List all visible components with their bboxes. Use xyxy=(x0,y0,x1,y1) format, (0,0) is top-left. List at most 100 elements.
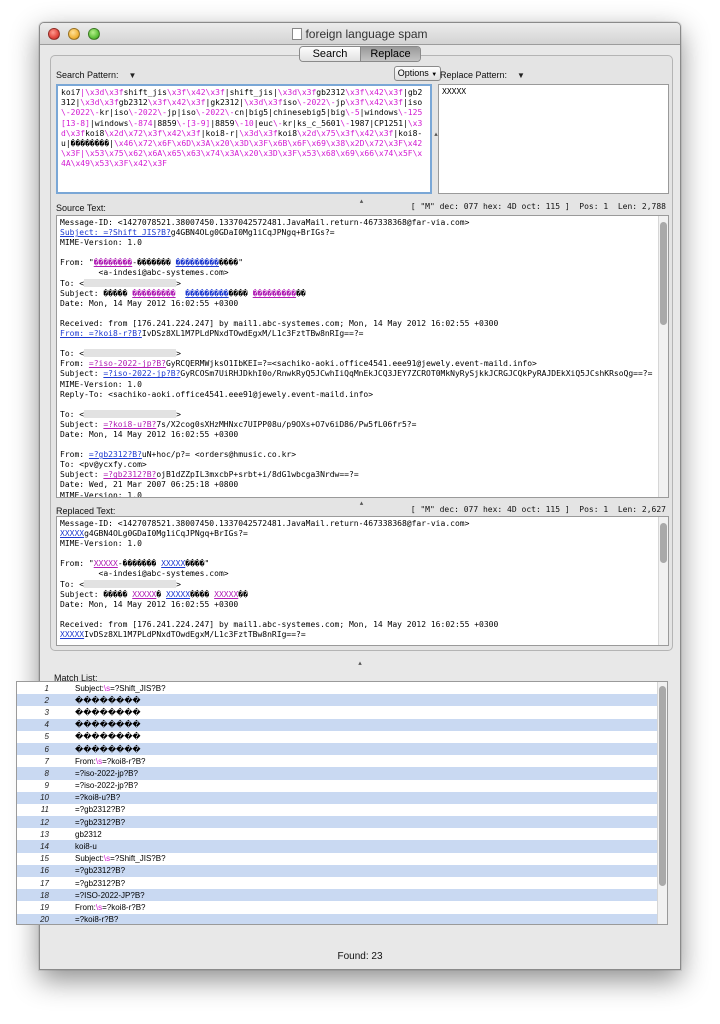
match-highlight[interactable]: ��������� xyxy=(176,258,219,267)
match-row[interactable]: 9 =?iso-2022-jp?B? xyxy=(17,780,667,792)
replace-pattern-text[interactable]: XXXXX xyxy=(439,85,668,99)
match-index: 8 xyxy=(44,768,49,778)
match-row[interactable]: 16 =?gb2312?B? xyxy=(17,864,667,877)
text-line: Message-ID: <1427078521.38007450.1337042… xyxy=(60,519,665,529)
pattern-escape-segment: \-2022\- xyxy=(61,108,100,118)
match-highlight[interactable]: =?iso-2022-jp?B? xyxy=(103,369,180,378)
redacted-address xyxy=(84,349,177,358)
match-highlight[interactable]: XXXXX xyxy=(132,590,156,599)
match-highlight[interactable]: From: =?koi8-r?B? xyxy=(60,329,142,338)
text-segment: �� xyxy=(238,589,248,599)
match-highlight[interactable]: XXXXX xyxy=(60,630,84,639)
pattern-escape-segment: \- xyxy=(340,118,351,128)
match-row[interactable]: 17 =?gb2312?B? xyxy=(17,877,667,889)
match-row[interactable]: 14 koi8-u xyxy=(17,840,667,853)
tab-replace[interactable]: Replace xyxy=(360,47,420,61)
match-highlight[interactable]: ��������� xyxy=(132,289,175,298)
match-row[interactable]: 15 Subject:\s=?Shift_JIS?B? xyxy=(17,853,667,865)
matchlist-splitter-handle[interactable]: ▴ xyxy=(40,659,680,667)
text-line: Date: Wed, 21 Mar 2007 06:25:18 +0800 xyxy=(60,480,665,490)
match-literal-segment: �������� xyxy=(75,695,141,705)
text-line: Subject: ����� XXXXX� XXXXX���� XXXXX�� xyxy=(60,590,665,600)
match-highlight[interactable]: XXXXX xyxy=(94,559,118,568)
match-text: =?gb2312?B? xyxy=(75,879,125,888)
replace-pattern-menu-icon[interactable]: ▼ xyxy=(517,71,525,80)
text-segment: ���� xyxy=(190,589,215,599)
search-pattern-menu-icon[interactable]: ▼ xyxy=(129,71,137,80)
text-segment: MIME-Version: 1.0 xyxy=(60,379,142,389)
options-button[interactable]: Options ▼ xyxy=(394,66,441,81)
match-row[interactable]: 5 �������� xyxy=(17,731,667,743)
match-row[interactable]: 13 gb2312 xyxy=(17,828,667,840)
match-row[interactable]: 3 �������� xyxy=(17,706,667,718)
match-list[interactable]: 1 Subject:\s=?Shift_JIS?B? 2 �������� 3 �����… xyxy=(16,681,668,925)
replaced-scrollbar[interactable] xyxy=(658,517,668,645)
match-row[interactable]: 2 �������� xyxy=(17,694,667,707)
match-literal-segment: =?koi8-r?B? xyxy=(102,902,146,912)
text-segment: From: " xyxy=(60,258,94,268)
match-highlight[interactable]: ��������� xyxy=(185,289,228,298)
text-line: XXXXXIvDSz8XL1M7PLdPNxdTOwdEgxM/L1c3FztT… xyxy=(60,630,665,640)
match-row[interactable]: 4 �������� xyxy=(17,718,667,731)
match-list-scroll-thumb[interactable] xyxy=(659,686,666,886)
pattern-literal-segment: cn|big5|chinesebig5|big xyxy=(234,108,346,118)
pattern-literal-segment: shift_jis xyxy=(123,88,167,97)
match-row[interactable]: 11 =?gb2312?B? xyxy=(17,804,667,816)
match-highlight[interactable]: =?gb2312?B? xyxy=(103,470,156,479)
match-highlight[interactable]: XXXXX xyxy=(60,529,84,538)
match-highlight[interactable]: XXXXX xyxy=(161,559,185,568)
match-text: �������� xyxy=(75,720,141,729)
replaced-scroll-thumb[interactable] xyxy=(660,523,667,563)
pattern-escape-segment: \-[3-9] xyxy=(176,118,211,128)
pattern-escape-segment: |\x3d\x3f xyxy=(80,88,124,97)
text-line: Message-ID: <1427078521.38007450.1337042… xyxy=(60,218,665,228)
text-segment: GyRCOSm7UiRHJDkhI0o/RnwkRyQ5JCwhIiQqMnEk… xyxy=(180,369,653,379)
text-line xyxy=(60,400,665,410)
search-pattern-text[interactable]: koi7|\x3d\x3fshift_jis\x3f\x42\x3f|shift… xyxy=(58,86,430,172)
match-literal-segment: =?koi8-r?B? xyxy=(75,915,119,925)
redacted-address xyxy=(84,409,177,418)
match-highlight[interactable]: XXXXX xyxy=(214,590,238,599)
match-highlight[interactable]: XXXXX xyxy=(166,590,190,599)
match-index: 15 xyxy=(40,854,49,864)
match-row[interactable]: 12 =?gb2312?B? xyxy=(17,816,667,829)
match-highlight[interactable]: Subject: =?Shift_JIS?B? xyxy=(60,228,171,237)
match-highlight[interactable]: ��������� xyxy=(253,289,296,298)
match-row[interactable]: 6 �������� xyxy=(17,742,667,756)
match-highlight[interactable]: =?koi8-u?B? xyxy=(103,420,156,429)
match-row[interactable]: 10 =?koi8-u?B? xyxy=(17,791,667,804)
text-segment: Subject: ����� xyxy=(60,288,133,298)
match-literal-segment: �������� xyxy=(75,732,141,742)
match-literal-segment: =?Shift_JIS?B? xyxy=(110,854,166,864)
match-list-scrollbar[interactable] xyxy=(657,682,667,924)
match-row[interactable]: 19 From:\s=?koi8-r?B? xyxy=(17,901,667,913)
text-segment: <a-indesi@abc-systemes.com> xyxy=(60,569,229,579)
search-pattern-input[interactable]: koi7|\x3d\x3fshift_jis\x3f\x42\x3f|shift… xyxy=(56,84,432,194)
match-literal-segment: =?gb2312?B? xyxy=(75,866,126,876)
source-text-area[interactable]: Message-ID: <1427078521.38007450.1337042… xyxy=(56,215,669,498)
match-list-rows[interactable]: 1 Subject:\s=?Shift_JIS?B? 2 �������� 3 �����… xyxy=(17,682,667,925)
match-highlight[interactable]: =?iso-2022-jp?B? xyxy=(89,359,166,368)
match-row[interactable]: 1 Subject:\s=?Shift_JIS?B? xyxy=(17,682,667,694)
pattern-escape-segment: \x3f\x42\x3f xyxy=(345,88,403,97)
tab-search[interactable]: Search xyxy=(300,47,360,61)
replaced-text-content[interactable]: Message-ID: <1427078521.38007450.1337042… xyxy=(57,517,668,642)
match-row[interactable]: 7 From:\s=?koi8-r?B? xyxy=(17,755,667,767)
match-row[interactable]: 8 =?iso-2022-jp?B? xyxy=(17,767,667,780)
mode-segmented-control: Search Replace xyxy=(299,46,421,62)
text-line: Date: Mon, 14 May 2012 16:02:55 +0300 xyxy=(60,299,665,309)
match-row[interactable]: 20 =?koi8-r?B? xyxy=(17,913,667,925)
source-text-content[interactable]: Message-ID: <1427078521.38007450.1337042… xyxy=(57,216,668,497)
replace-pattern-input[interactable]: XXXXX xyxy=(438,84,669,194)
text-line: MIME-Version: 1.0 xyxy=(60,380,665,390)
match-row[interactable]: 18 =?ISO-2022-JP?B? xyxy=(17,889,667,902)
match-literal-segment: =?gb2312?B? xyxy=(75,878,126,888)
replaced-text-area[interactable]: Message-ID: <1427078521.38007450.1337042… xyxy=(56,516,669,646)
source-scroll-thumb[interactable] xyxy=(660,222,667,325)
pattern-escape-segment: \-5 xyxy=(345,108,360,118)
text-segment: Subject: ����� xyxy=(60,589,133,599)
source-scrollbar[interactable] xyxy=(658,216,668,497)
match-highlight[interactable]: �������� xyxy=(94,258,133,267)
pattern-literal-segment: |windows xyxy=(359,108,399,118)
match-highlight[interactable]: =?gb2312?B? xyxy=(89,450,142,459)
